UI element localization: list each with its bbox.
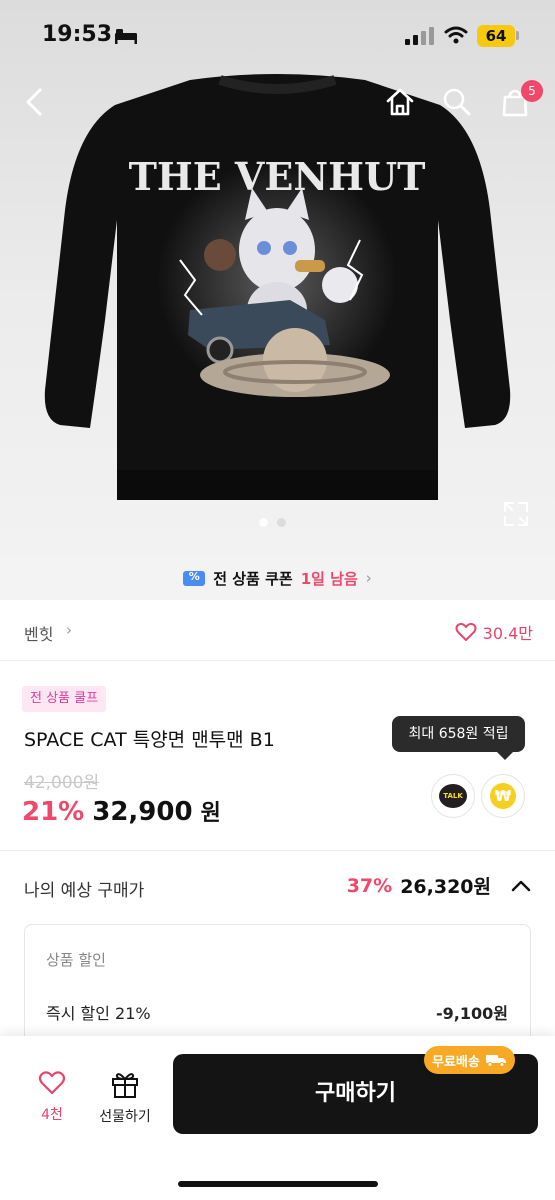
gallery-page-indicator xyxy=(259,518,286,527)
search-icon xyxy=(443,88,471,116)
battery-indicator: 64 xyxy=(477,25,515,47)
estimated-discount-rate: 37% xyxy=(346,874,393,897)
gift-icon xyxy=(112,1073,138,1098)
instant-discount-label: 즉시 할인 21% xyxy=(46,1004,151,1023)
price-unit: 원 xyxy=(200,801,221,826)
wifi-icon xyxy=(444,26,468,44)
instant-discount-value: -9,100원 xyxy=(436,1004,508,1023)
free-shipping-label: 무료배송 xyxy=(432,1054,480,1070)
home-icon xyxy=(386,88,414,116)
estimated-price-toggle[interactable]: 37% 26,320원 xyxy=(347,872,531,899)
back-button[interactable] xyxy=(14,82,54,122)
wishlist-button[interactable]: 4천 xyxy=(28,1070,76,1130)
status-time: 19:53 xyxy=(42,22,113,47)
cart-count-badge: 5 xyxy=(521,80,543,102)
wishlist-count: 4천 xyxy=(41,1107,63,1123)
gift-button[interactable]: 선물하기 xyxy=(92,1070,158,1130)
gift-label: 선물하기 xyxy=(99,1109,151,1125)
tooltip-tail xyxy=(497,752,513,760)
chevron-right-icon: › xyxy=(365,569,372,587)
brand-row: 벤힛 › 30.4만 xyxy=(0,601,555,661)
coupon-text: 전 상품 쿠폰 xyxy=(213,569,293,588)
kakao-talk-icon: TALK xyxy=(439,784,467,808)
coupon-days-left: 1일 남음 xyxy=(300,569,358,588)
heart-outline-icon xyxy=(38,1071,66,1095)
page-dot-active xyxy=(259,518,268,527)
bed-icon xyxy=(115,29,137,44)
price-row: 21% 32,900 원 xyxy=(22,795,221,827)
promo-tag: 전 상품 쿨프 xyxy=(22,686,107,712)
divider xyxy=(0,850,555,851)
breakdown-section-title: 상품 할인 xyxy=(46,951,106,969)
estimated-price-label: 나의 예상 구매가 xyxy=(24,881,145,901)
bottom-action-bar: 4천 선물하기 구매하기 무료배송 xyxy=(0,1036,555,1200)
product-name: SPACE CAT 특양면 맨투맨 B1 xyxy=(24,729,275,751)
home-button[interactable] xyxy=(380,82,420,122)
expand-icon[interactable] xyxy=(502,500,530,528)
cellular-signal-icon xyxy=(405,27,434,45)
sale-price: 32,900 xyxy=(92,797,193,827)
won-coin-icon: ₩ xyxy=(490,783,516,809)
brand-like-count: 30.4만 xyxy=(482,624,533,643)
heart-outline-icon xyxy=(455,622,477,641)
print-title: THE VENHUT xyxy=(129,154,426,199)
chevron-up-icon xyxy=(511,880,531,891)
points-tooltip: 최대 658원 적립 xyxy=(392,716,525,752)
estimated-price: 26,320원 xyxy=(400,876,491,898)
home-indicator xyxy=(178,1181,378,1187)
product-image: THE VENHUT xyxy=(44,74,511,500)
discount-rate: 21% xyxy=(22,797,85,827)
battery-cap xyxy=(516,31,519,40)
free-shipping-badge: 무료배송 xyxy=(424,1046,515,1074)
brand-like-button[interactable]: 30.4만 xyxy=(455,620,533,644)
coupon-banner[interactable]: 전 상품 쿠폰 1일 남음 › xyxy=(0,556,555,600)
brand-link[interactable]: 벤힛 xyxy=(24,621,53,645)
chevron-left-icon xyxy=(26,88,42,116)
truck-icon xyxy=(485,1055,506,1067)
points-button[interactable]: ₩ xyxy=(481,774,525,818)
original-price: 42,000원 xyxy=(24,773,100,793)
chevron-right-icon: › xyxy=(66,621,72,639)
product-image-gallery[interactable]: 19:53 64 THE VENHUT 5 xyxy=(0,0,555,556)
coupon-icon xyxy=(183,570,206,586)
page-dot xyxy=(277,518,286,527)
search-button[interactable] xyxy=(437,82,477,122)
kakao-talk-share-button[interactable]: TALK xyxy=(431,774,475,818)
